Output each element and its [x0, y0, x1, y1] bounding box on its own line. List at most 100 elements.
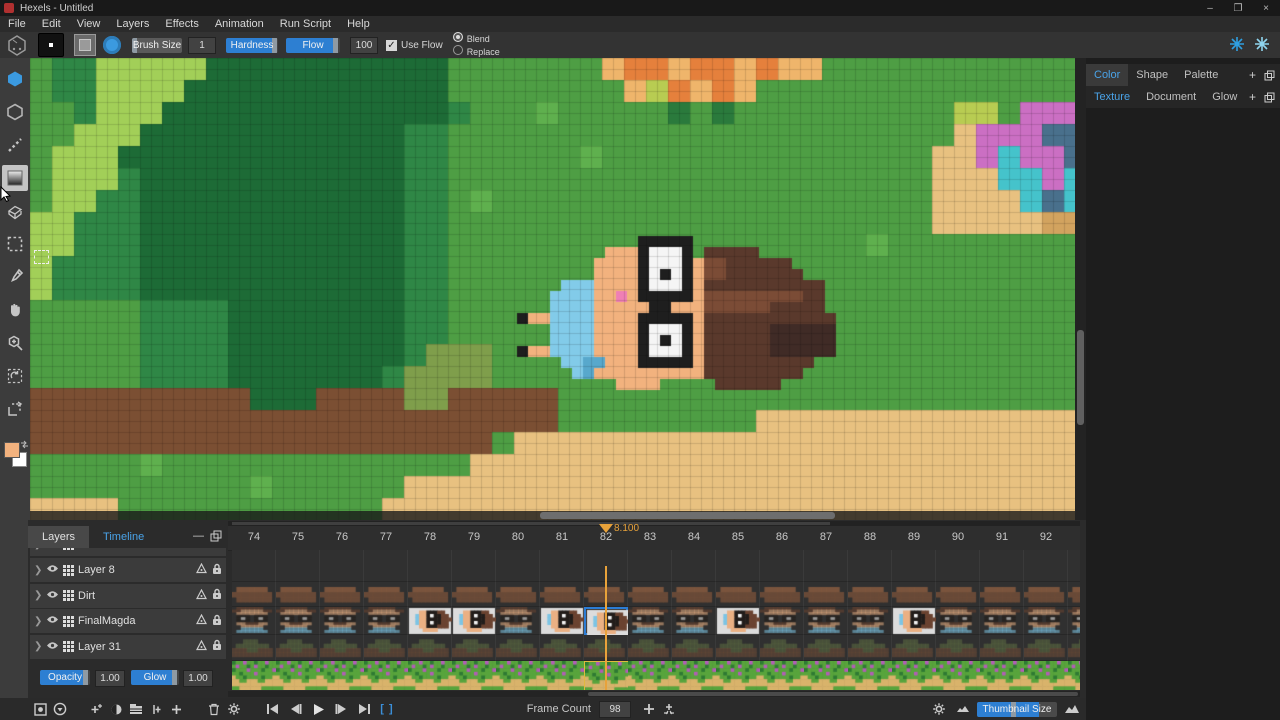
frame-tick-92[interactable]: 92 — [1024, 531, 1068, 543]
minimize-button[interactable]: – — [1196, 0, 1224, 16]
pixel-canvas[interactable] — [30, 58, 1075, 520]
timeline-cell-magda-74[interactable] — [232, 607, 276, 635]
tool-draw-hexagon-icon[interactable] — [2, 66, 28, 92]
timeline-cell-dirt-77[interactable] — [364, 582, 408, 607]
thumbnail-size-slider[interactable]: Thumbnail Size — [977, 702, 1057, 717]
color-swatches[interactable] — [2, 440, 28, 470]
frame-tick-84[interactable]: 84 — [672, 531, 716, 543]
tab-glow[interactable]: Glow — [1204, 86, 1245, 108]
snowflake-blue-icon[interactable] — [1229, 36, 1245, 55]
glow-slider[interactable]: Glow — [131, 670, 179, 685]
tool-zoom-icon[interactable] — [2, 330, 28, 356]
timeline-cell-dirt-76[interactable] — [320, 582, 364, 607]
timeline-cell-magda-91[interactable] — [980, 607, 1024, 635]
collapse-panel-icon[interactable]: — — [193, 530, 204, 545]
brush-size-slider[interactable]: Brush Size — [132, 38, 182, 53]
timeline-cell-dirt-91[interactable] — [980, 582, 1024, 607]
tab-texture[interactable]: Texture — [1086, 86, 1138, 108]
tool-pan-hand-icon[interactable] — [2, 297, 28, 323]
hardness-slider[interactable]: Hardness — [226, 38, 278, 53]
timeline-cell-dirt-81[interactable] — [540, 582, 584, 607]
timeline-cell-terrain-92[interactable] — [1024, 635, 1068, 661]
solo-frame-icon[interactable] — [30, 700, 50, 718]
menu-item-edit[interactable]: Edit — [34, 18, 69, 30]
timeline-cell-plants-76[interactable] — [320, 661, 364, 690]
timeline-cell-magda-87[interactable] — [804, 607, 848, 635]
timeline-cell-plants-88[interactable] — [848, 661, 892, 690]
visibility-eye-icon[interactable] — [46, 615, 59, 627]
timeline-cell-plants-79[interactable] — [452, 661, 496, 690]
frame-tick-78[interactable]: 78 — [408, 531, 452, 543]
canvas-vertical-scrollbar[interactable] — [1075, 58, 1086, 520]
timeline-cell-magda-85[interactable] — [716, 607, 760, 635]
timeline-cell-empty-92[interactable] — [1024, 550, 1068, 582]
timeline-cell-dirt-83[interactable] — [628, 582, 672, 607]
timeline-cell-terrain-81[interactable] — [540, 635, 584, 661]
timeline-cell-plants-83[interactable] — [628, 661, 672, 690]
timeline-cell-terrain-89[interactable] — [892, 635, 936, 661]
timeline-cell-terrain-85[interactable] — [716, 635, 760, 661]
timeline-cell-terrain-80[interactable] — [496, 635, 540, 661]
blend-radio[interactable]: Blend — [453, 32, 500, 45]
timeline-cell-terrain-87[interactable] — [804, 635, 848, 661]
timeline-cell-plants-84[interactable] — [672, 661, 716, 690]
timeline-cell-dirt-85[interactable] — [716, 582, 760, 607]
frame-count-value[interactable]: 98 — [599, 701, 631, 718]
animation-settings-gear-icon[interactable] — [224, 700, 244, 718]
trim-frames-icon[interactable] — [659, 700, 679, 718]
timeline-cell-plants-77[interactable] — [364, 661, 408, 690]
timeline-cell-terrain-91[interactable] — [980, 635, 1024, 661]
frame-tick-89[interactable]: 89 — [892, 531, 936, 543]
frame-tick-90[interactable]: 90 — [936, 531, 980, 543]
swap-colors-icon[interactable] — [20, 440, 29, 449]
close-button[interactable]: × — [1252, 0, 1280, 16]
timeline-cell-empty-74[interactable] — [232, 550, 276, 582]
timeline-cell-magda-83[interactable] — [628, 607, 672, 635]
alpha-lock-icon[interactable] — [196, 589, 207, 603]
skip-to-end-icon[interactable] — [354, 700, 374, 718]
brush-shape-square-icon[interactable] — [74, 34, 96, 56]
menu-item-effects[interactable]: Effects — [157, 18, 206, 30]
opacity-slider[interactable]: Opacity — [40, 670, 90, 685]
visibility-eye-icon[interactable] — [46, 590, 59, 602]
layer-row-layer-31[interactable]: ❯Layer 31 — [30, 635, 226, 659]
timeline-cell-terrain-74[interactable] — [232, 635, 276, 661]
frame-tick-86[interactable]: 86 — [760, 531, 804, 543]
menu-item-file[interactable]: File — [0, 18, 34, 30]
alpha-lock-icon[interactable] — [196, 640, 207, 654]
timeline-cell-terrain-84[interactable] — [672, 635, 716, 661]
lock-icon[interactable] — [212, 639, 222, 654]
menu-item-layers[interactable]: Layers — [108, 18, 157, 30]
timeline-cell-dirt-92[interactable] — [1024, 582, 1068, 607]
timeline-cell-magda-78[interactable] — [408, 607, 452, 635]
tool-eyedropper-icon[interactable] — [2, 264, 28, 290]
add-panel-icon[interactable]: + — [1246, 91, 1259, 104]
timeline-cell-empty-80[interactable] — [496, 550, 540, 582]
timeline-cell-empty-89[interactable] — [892, 550, 936, 582]
frame-tick-87[interactable]: 87 — [804, 531, 848, 543]
timeline-cell-dirt-79[interactable] — [452, 582, 496, 607]
timeline-cell-terrain-79[interactable] — [452, 635, 496, 661]
timeline-cell-magda-77[interactable] — [364, 607, 408, 635]
timeline-cell-plants-81[interactable] — [540, 661, 584, 690]
timeline-cell-terrain-88[interactable] — [848, 635, 892, 661]
timeline-cell-terrain-77[interactable] — [364, 635, 408, 661]
timeline-cell-plants-80[interactable] — [496, 661, 540, 690]
alpha-lock-icon[interactable] — [196, 614, 207, 628]
timeline-cell-dirt-84[interactable] — [672, 582, 716, 607]
glow-value[interactable]: 1.00 — [183, 670, 213, 687]
maximize-button[interactable]: ❐ — [1224, 0, 1252, 16]
lock-icon[interactable] — [212, 548, 222, 552]
timeline-cell-terrain-93[interactable] — [1068, 635, 1080, 661]
add-keyframe-icon[interactable] — [86, 700, 106, 718]
popout-panel-icon[interactable] — [210, 530, 222, 545]
flow-value[interactable]: 100 — [350, 37, 378, 54]
expand-chevron-icon[interactable]: ❯ — [34, 548, 42, 550]
timeline-cell-empty-76[interactable] — [320, 550, 364, 582]
tool-marquee-select-icon[interactable] — [2, 231, 28, 257]
timeline-cell-magda-79[interactable] — [452, 607, 496, 635]
lock-icon[interactable] — [212, 588, 222, 603]
timeline-cell-empty-85[interactable] — [716, 550, 760, 582]
append-frames-icon[interactable] — [639, 700, 659, 718]
tool-dotted-line-icon[interactable] — [2, 132, 28, 158]
